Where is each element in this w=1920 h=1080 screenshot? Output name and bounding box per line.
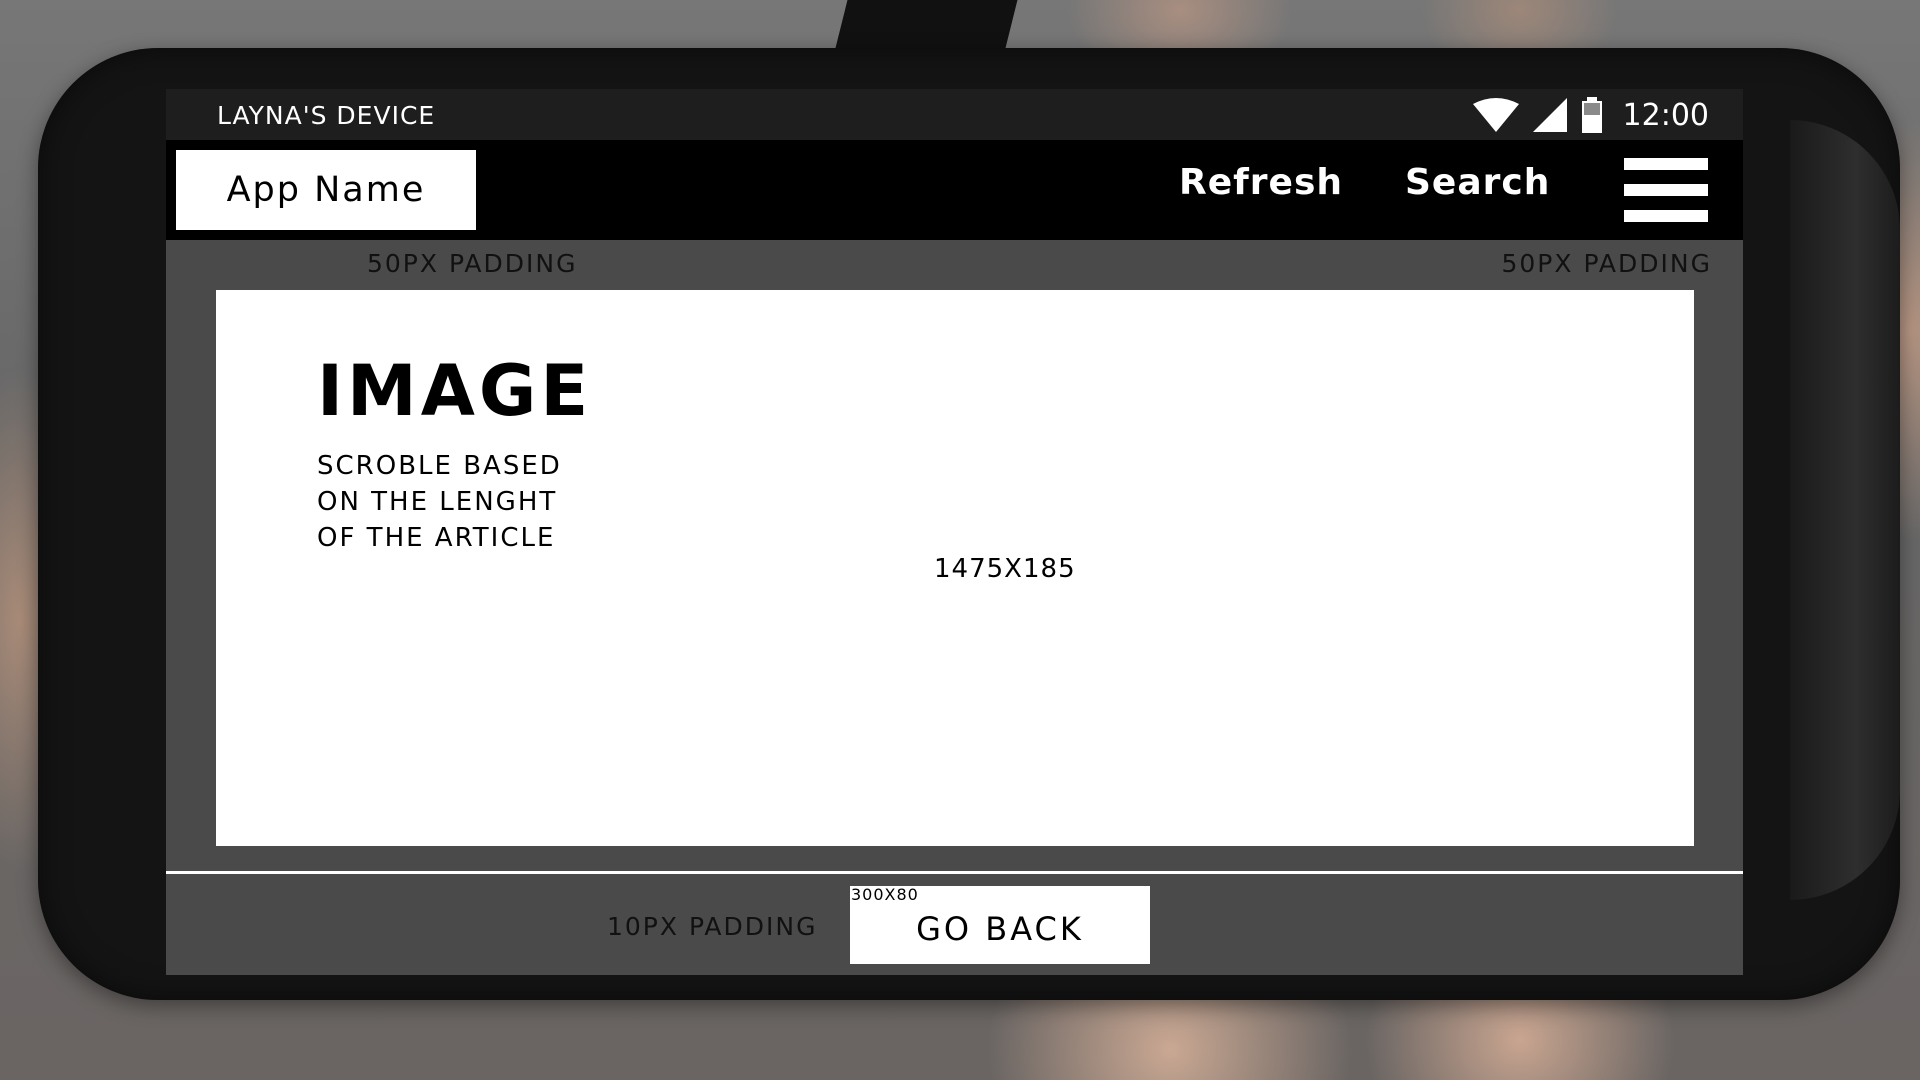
footer-divider <box>166 871 1743 874</box>
signal-icon <box>1532 98 1567 132</box>
status-bar: LAYNA'S DEVICE 12:00 <box>166 89 1743 140</box>
search-button[interactable]: Search <box>1405 162 1550 203</box>
description-line: ON THE LENGHT <box>317 487 558 517</box>
hamburger-menu-icon[interactable] <box>1624 158 1708 222</box>
button-size-label: 300X80 <box>851 885 919 904</box>
padding-annotation-bottom: 10PX PADDING <box>607 912 818 941</box>
description-line: SCROBLE BASED <box>317 451 562 481</box>
phone-edge <box>1790 120 1900 900</box>
status-icons: 12:00 <box>1472 96 1709 134</box>
battery-icon <box>1581 97 1603 133</box>
refresh-button[interactable]: Refresh <box>1179 162 1343 203</box>
device-name: LAYNA'S DEVICE <box>217 101 436 130</box>
phone-screen: LAYNA'S DEVICE 12:00 App Name Refresh Se… <box>166 89 1743 975</box>
clock: 12:00 <box>1622 97 1709 133</box>
description-line: OF THE ARTICLE <box>317 523 556 553</box>
wifi-icon <box>1472 98 1519 132</box>
padding-annotation-left: 50PX PADDING <box>367 249 578 278</box>
padding-annotation-right: 50PX PADDING <box>1501 249 1712 278</box>
image-placeholder: IMAGE SCROBLE BASED ON THE LENGHT OF THE… <box>216 290 1694 846</box>
image-size-label: 1475X185 <box>934 554 1076 584</box>
image-description: SCROBLE BASED ON THE LENGHT OF THE ARTIC… <box>317 448 607 556</box>
image-title: IMAGE <box>317 350 593 432</box>
go-back-label: GO BACK <box>916 910 1084 948</box>
app-name[interactable]: App Name <box>176 150 476 230</box>
go-back-button[interactable]: 300X80 GO BACK <box>850 886 1150 964</box>
app-bar: App Name Refresh Search <box>166 140 1743 240</box>
